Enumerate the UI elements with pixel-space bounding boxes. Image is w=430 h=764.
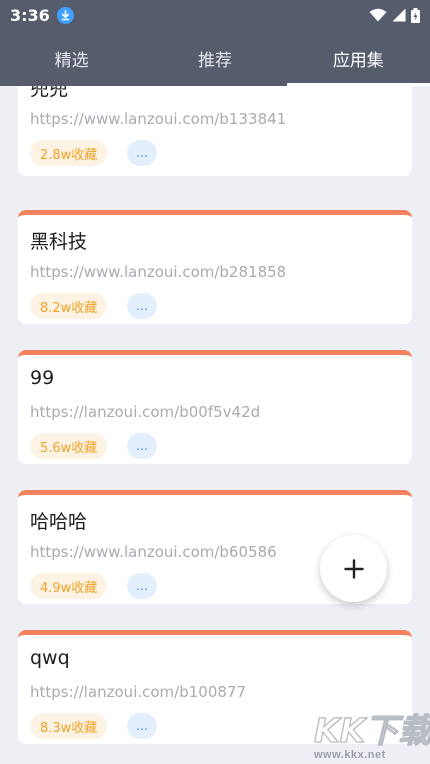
status-time: 3:36: [10, 5, 50, 25]
collection-card[interactable]: 黑科技 https://www.lanzoui.com/b281858 8.2w…: [18, 210, 412, 324]
card-title: 黑科技: [30, 231, 88, 253]
card-title: 兜兜: [30, 86, 69, 100]
tab-app-collections[interactable]: 应用集: [286, 30, 430, 86]
more-button[interactable]: ...: [127, 573, 157, 599]
card-url: https://lanzoui.com/b00f5v42d: [30, 403, 261, 421]
collection-list[interactable]: 兜兜 https://www.lanzoui.com/b133841 2.8w收…: [0, 86, 430, 764]
tab-featured[interactable]: 精选: [0, 30, 143, 86]
add-collection-button[interactable]: [320, 535, 387, 602]
more-button[interactable]: ...: [127, 293, 157, 319]
card-url: https://lanzoui.com/b100877: [30, 683, 246, 701]
more-button[interactable]: ...: [127, 713, 157, 739]
status-icons: [369, 7, 420, 23]
more-button[interactable]: ...: [127, 433, 157, 459]
wifi-icon: [369, 8, 387, 22]
favorites-badge: 2.8w收藏: [30, 140, 108, 166]
watermark-logo: KK下载: [313, 710, 430, 749]
watermark-logo-text: KK下载: [314, 711, 430, 749]
card-url: https://www.lanzoui.com/b133841: [30, 110, 287, 128]
favorites-badge: 4.9w收藏: [30, 573, 108, 599]
card-url: https://www.lanzoui.com/b60586: [30, 543, 277, 561]
status-bar: 3:36: [0, 0, 430, 30]
tab-recommended[interactable]: 推荐: [143, 30, 286, 86]
download-icon: [56, 6, 74, 24]
plus-icon: [343, 558, 364, 579]
more-button[interactable]: ...: [127, 140, 157, 166]
battery-icon: [411, 7, 420, 23]
tab-bar: 精选 推荐 应用集: [0, 30, 430, 86]
card-url: https://www.lanzoui.com/b281858: [30, 263, 287, 281]
card-title: 99: [30, 367, 55, 389]
favorites-badge: 5.6w收藏: [30, 433, 108, 459]
favorites-badge: 8.2w收藏: [30, 293, 108, 319]
card-title: 哈哈哈: [30, 511, 88, 533]
watermark-url: www.kkx.net: [314, 749, 386, 761]
watermark: KK下载 www.kkx.net: [312, 705, 430, 764]
favorites-badge: 8.3w收藏: [30, 713, 108, 739]
signal-icon: [392, 8, 406, 22]
collection-card[interactable]: 99 https://lanzoui.com/b00f5v42d 5.6w收藏 …: [18, 350, 412, 464]
collection-card[interactable]: 兜兜 https://www.lanzoui.com/b133841 2.8w收…: [18, 86, 412, 176]
card-title: qwq: [30, 647, 70, 669]
